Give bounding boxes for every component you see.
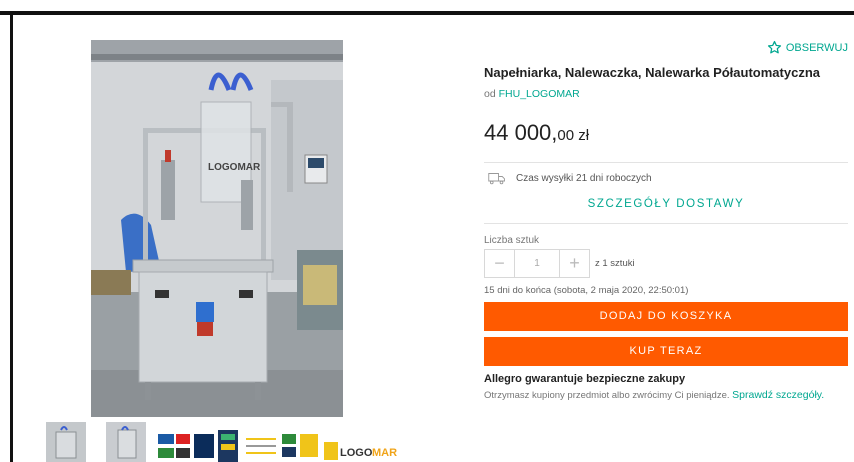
watch-button[interactable]: OBSERWUJ bbox=[767, 40, 848, 55]
decrement-button[interactable]: − bbox=[485, 250, 514, 277]
page: LOGOMAR LOGO MAR OBSERWUJ Napełniarka, N… bbox=[0, 0, 854, 462]
star-icon bbox=[767, 40, 781, 54]
price-decimal: 00 zł bbox=[557, 127, 590, 144]
thumbnail-1[interactable] bbox=[46, 422, 86, 462]
thumbnail-4-image bbox=[218, 430, 238, 462]
guarantee-description: Otrzymasz kupiony przedmiot albo zwrócim… bbox=[484, 390, 730, 401]
left-border bbox=[10, 11, 13, 462]
main-product-image[interactable]: LOGOMAR bbox=[91, 40, 343, 417]
price: 44 000,00 zł bbox=[484, 120, 589, 146]
machine-logo: LOGOMAR bbox=[208, 162, 261, 173]
thumbnail-3[interactable] bbox=[156, 428, 216, 462]
quantity-available: z 1 sztuki bbox=[595, 258, 635, 269]
guarantee-text: Otrzymasz kupiony przedmiot albo zwrócim… bbox=[484, 389, 824, 401]
thumbnail-1-image bbox=[46, 422, 86, 462]
thumbnail-6[interactable] bbox=[280, 430, 320, 462]
add-to-cart-button[interactable]: DODAJ DO KOSZYKA bbox=[484, 302, 848, 331]
thumb-logo-b: MAR bbox=[372, 447, 397, 459]
watch-label: OBSERWUJ bbox=[785, 41, 848, 54]
seller-link[interactable]: FHU_LOGOMAR bbox=[499, 88, 580, 100]
price-integer: 44 000, bbox=[484, 120, 558, 145]
auction-ends: 15 dni do końca (sobota, 2 maja 2020, 22… bbox=[484, 285, 689, 296]
shipping-text: Czas wysyłki 21 dni roboczych bbox=[516, 172, 652, 184]
thumbnail-7-image: LOGO MAR bbox=[322, 440, 400, 462]
seller-line: od FHU_LOGOMAR bbox=[484, 88, 580, 100]
divider bbox=[484, 162, 848, 163]
increment-button[interactable]: + bbox=[560, 250, 589, 277]
quantity-label: Liczba sztuk bbox=[484, 235, 540, 246]
guarantee-details-link[interactable]: Sprawdź szczegóły. bbox=[732, 389, 824, 401]
thumbnail-7[interactable]: LOGO MAR bbox=[322, 440, 400, 462]
divider bbox=[484, 223, 848, 224]
delivery-details-link[interactable]: SZCZEGÓŁY DOSTAWY bbox=[484, 198, 848, 210]
quantity-input[interactable]: 1 bbox=[514, 250, 560, 277]
truck-icon bbox=[488, 173, 505, 185]
shipping-time: Czas wysyłki 21 dni roboczych bbox=[488, 171, 652, 185]
thumbnail-5[interactable] bbox=[244, 430, 278, 462]
thumbnail-4[interactable] bbox=[218, 430, 238, 462]
guarantee-title: Allegro gwarantuje bezpieczne zakupy bbox=[484, 373, 686, 385]
thumbnail-2[interactable] bbox=[106, 422, 146, 462]
product-details-panel: OBSERWUJ Napełniarka, Nalewaczka, Nalewa… bbox=[484, 0, 848, 462]
quantity-stepper: − 1 + bbox=[484, 249, 590, 278]
thumbnail-5-image bbox=[244, 430, 278, 462]
thumb-logo-a: LOGO bbox=[340, 447, 373, 459]
thumbnail-3-image bbox=[156, 428, 216, 462]
machine-photo: LOGOMAR bbox=[91, 40, 343, 417]
product-title: Napełniarka, Nalewaczka, Nalewarka Półau… bbox=[484, 65, 820, 80]
seller-prefix: od bbox=[484, 88, 496, 100]
buy-now-button[interactable]: KUP TERAZ bbox=[484, 337, 848, 366]
thumbnail-2-image bbox=[106, 422, 146, 462]
thumbnail-6-image bbox=[280, 430, 320, 462]
